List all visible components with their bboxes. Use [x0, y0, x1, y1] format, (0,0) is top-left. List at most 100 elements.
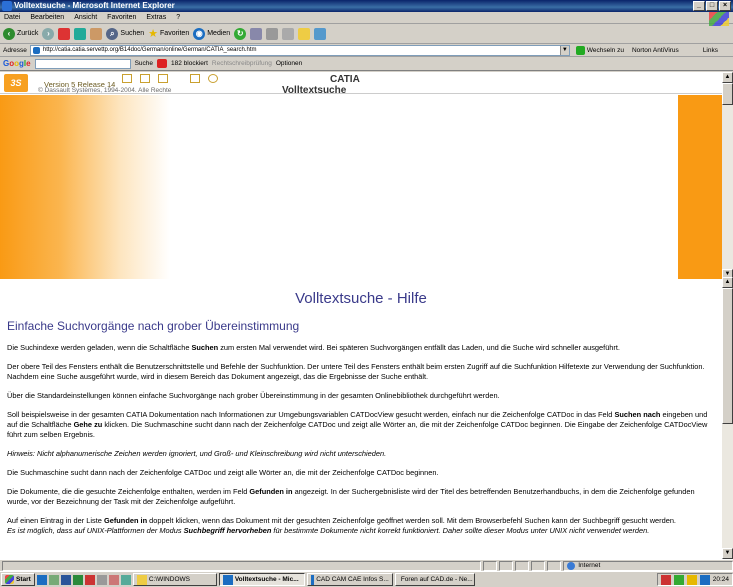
- options-button[interactable]: Optionen: [276, 60, 302, 67]
- media-label: Medien: [207, 30, 231, 37]
- forward-arrow-icon[interactable]: ›: [42, 27, 55, 40]
- taskbar-item-windows[interactable]: C:\WINDOWS: [132, 573, 217, 586]
- back-button[interactable]: ‹ Zurück: [3, 27, 39, 40]
- catia-logo: 3S: [4, 74, 28, 92]
- word-quicklaunch-icon[interactable]: [60, 574, 71, 585]
- desktop-quicklaunch-icon[interactable]: [48, 574, 59, 585]
- history-icon[interactable]: ↻: [234, 27, 247, 40]
- close-button[interactable]: ×: [719, 1, 731, 11]
- ie-quicklaunch-icon[interactable]: [36, 574, 47, 585]
- menu-edit[interactable]: Bearbeiten: [30, 14, 64, 21]
- taskbar-item-cadcam[interactable]: CAD CAM CAE Infos S...: [306, 573, 393, 586]
- popup-blocker[interactable]: 182 blockiert: [171, 60, 208, 67]
- start-label: Start: [16, 576, 31, 583]
- links-button[interactable]: Links: [703, 47, 718, 54]
- favorites-label: Favoriten: [160, 30, 190, 37]
- windows-logo-icon: [5, 575, 14, 584]
- status-cell: [515, 560, 530, 571]
- copyright-icon[interactable]: [208, 74, 218, 83]
- help-text: Die Suchindexe werden geladen, wenn die …: [7, 343, 715, 545]
- search-button[interactable]: ⌕ Suchen: [106, 27, 145, 40]
- home-icon[interactable]: [122, 74, 132, 83]
- window-controls: _ □ ×: [693, 1, 731, 11]
- folder-icon[interactable]: [298, 27, 311, 40]
- media-button[interactable]: ◉ Medien: [193, 27, 231, 40]
- status-text: [2, 560, 482, 571]
- paragraph: Die Suchmaschine sucht dann nach der Zei…: [7, 468, 439, 477]
- go-arrow-icon: [575, 45, 585, 55]
- scroll-up-button[interactable]: ▲: [722, 72, 733, 83]
- star-icon: ★: [148, 28, 159, 40]
- chevron-down-icon[interactable]: ▼: [559, 45, 569, 55]
- address-url: http://catia.catia.servettp.org/B14doc/G…: [42, 47, 257, 53]
- header-nav: [122, 74, 218, 83]
- window-titlebar: Volltextsuche - Microsoft Internet Explo…: [0, 0, 733, 12]
- spellcheck-button[interactable]: Rechtschreibprüfung: [212, 60, 272, 67]
- menu-view[interactable]: Ansicht: [74, 14, 97, 21]
- scroll-down-button[interactable]: ▼: [722, 548, 733, 559]
- menu-file[interactable]: Datei: [4, 14, 20, 21]
- maximize-button[interactable]: □: [706, 1, 718, 11]
- clock: 20:24: [712, 576, 729, 583]
- tray-icon[interactable]: [673, 574, 684, 585]
- app-quicklaunch-icon[interactable]: [108, 574, 119, 585]
- tray-icon[interactable]: [699, 574, 710, 585]
- zone-indicator: Internet: [563, 560, 733, 571]
- mail-icon[interactable]: [250, 27, 263, 40]
- book-icon[interactable]: [140, 74, 150, 83]
- taskbar-item-volltextsuche[interactable]: Volltextsuche - Mic...: [218, 573, 305, 586]
- tray-icon[interactable]: [686, 574, 697, 585]
- google-toolbar: Google Suche 182 blockiert Rechtschreibp…: [0, 57, 733, 71]
- paragraph: Über die Standardeinstellungen können ei…: [7, 391, 500, 400]
- home-icon[interactable]: [90, 27, 103, 40]
- search-icon[interactable]: [190, 74, 200, 83]
- address-input[interactable]: http://catia.catia.servettp.org/B14doc/G…: [29, 44, 570, 56]
- menu-help[interactable]: ?: [176, 14, 180, 21]
- paragraph: Soll beispielsweise in der gesamten CATI…: [7, 410, 708, 439]
- ie-icon: [222, 574, 233, 585]
- menu-favorites[interactable]: Favoriten: [107, 14, 136, 21]
- scroll-thumb[interactable]: [722, 288, 733, 424]
- google-search-button[interactable]: Suche: [135, 60, 153, 67]
- excel-quicklaunch-icon[interactable]: [72, 574, 83, 585]
- app-quicklaunch-icon[interactable]: [84, 574, 95, 585]
- antivirus-button[interactable]: Norton AntiVirus: [632, 47, 679, 54]
- menu-tools[interactable]: Extras: [146, 14, 166, 21]
- print-icon[interactable]: [266, 27, 279, 40]
- start-button[interactable]: Start: [1, 573, 35, 586]
- scroll-up-button[interactable]: ▲: [722, 277, 733, 288]
- google-search-input[interactable]: [34, 58, 131, 69]
- refresh-icon[interactable]: [74, 27, 87, 40]
- go-button[interactable]: Wechseln zu: [575, 45, 624, 55]
- paragraph: Der obere Teil des Fensters enthält die …: [7, 362, 705, 381]
- status-cell: [499, 560, 514, 571]
- app-quicklaunch-icon[interactable]: [96, 574, 107, 585]
- taskbar-item-foren[interactable]: Foren auf CAD.de - Ne...: [394, 573, 475, 586]
- tray-icon[interactable]: [660, 574, 671, 585]
- back-label: Zurück: [17, 30, 39, 37]
- catia-header-frame: 3S Version 5 Release 14 © Dassault Systè…: [0, 72, 722, 94]
- pagerank-icon: [157, 59, 168, 68]
- search-icon: ⌕: [106, 27, 119, 40]
- back-arrow-icon: ‹: [3, 27, 15, 40]
- scroll-thumb[interactable]: [722, 83, 733, 105]
- minimize-button[interactable]: _: [693, 1, 705, 11]
- app-quicklaunch-icon[interactable]: [120, 574, 131, 585]
- page-title: Volltextsuche - Hilfe: [295, 290, 427, 307]
- vertical-scrollbar[interactable]: ▲ ▼ ▲ ▼: [722, 72, 733, 559]
- google-logo: Google: [3, 59, 31, 68]
- index-icon[interactable]: [158, 74, 168, 83]
- paragraph: Die Suchindexe werden geladen, wenn die …: [7, 343, 620, 352]
- search-label: Suchen: [120, 30, 145, 37]
- note: Hinweis: Nicht alphanumerische Zeichen w…: [7, 449, 387, 458]
- go-label: Wechseln zu: [586, 46, 624, 54]
- page-content: 3S Version 5 Release 14 © Dassault Systè…: [0, 72, 722, 559]
- edit-icon[interactable]: [282, 27, 295, 40]
- zone-label: Internet: [578, 562, 601, 569]
- stop-icon[interactable]: [58, 27, 71, 40]
- favorites-button[interactable]: ★ Favoriten: [148, 27, 189, 40]
- media-icon: ◉: [193, 27, 206, 40]
- search-frame-background: [0, 95, 722, 279]
- messenger-icon[interactable]: [314, 27, 327, 40]
- section-heading: Einfache Suchvorgänge nach grober Überei…: [7, 319, 300, 333]
